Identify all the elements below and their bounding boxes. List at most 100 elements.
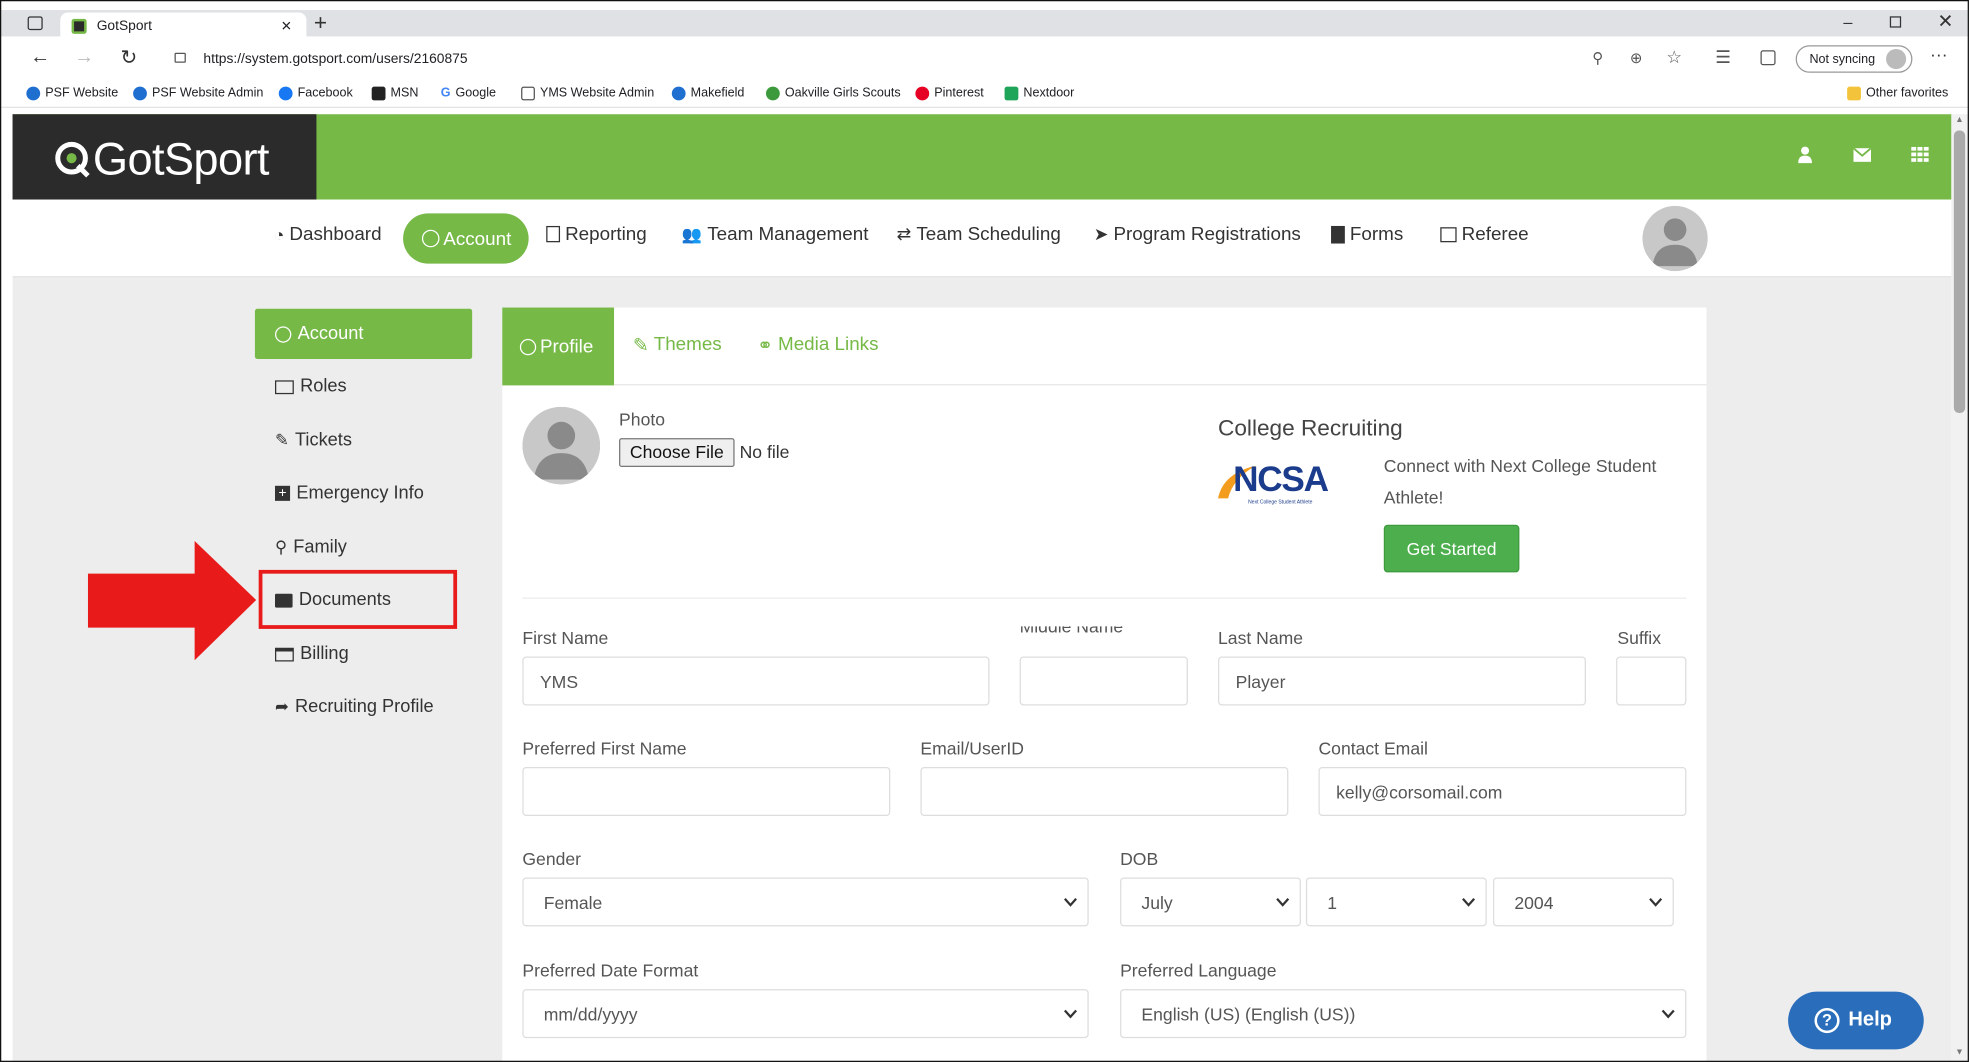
nav-dashboard[interactable]: ◔ Dashboard	[274, 223, 382, 244]
sidebar-item-label: Tickets	[294, 430, 352, 451]
bookmark-google[interactable]: G Google	[441, 87, 496, 101]
sidebar-item-emergency-info[interactable]: + Emergency Info	[255, 468, 472, 518]
sidebar-item-roles[interactable]: Roles	[255, 362, 472, 412]
last-name-field[interactable]: Player	[1218, 656, 1586, 706]
annotation-arrow-icon	[87, 541, 257, 661]
bookmark-pinterest[interactable]: Pinterest	[915, 86, 984, 101]
url-field[interactable]: https://system.gotsport.com/users/216087…	[203, 51, 467, 66]
bookmark-nextdoor[interactable]: Nextdoor	[1004, 86, 1075, 101]
nav-program-registrations[interactable]: ➤ Program Registrations	[1094, 223, 1301, 244]
mail-icon[interactable]	[1853, 148, 1871, 162]
nav-referee[interactable]: Referee	[1440, 223, 1529, 245]
nav-label: Referee	[1461, 223, 1529, 245]
gotsport-logo[interactable]: GotSport	[12, 114, 317, 200]
email-field[interactable]	[920, 766, 1289, 816]
bookmark-label: Nextdoor	[1023, 86, 1075, 101]
help-button[interactable]: ? Help	[1788, 991, 1924, 1050]
more-menu-icon[interactable]: ···	[1930, 44, 1948, 64]
scrollbar-thumb[interactable]	[1953, 130, 1966, 413]
first-name-field[interactable]: YMS	[522, 656, 990, 706]
paw-icon	[133, 86, 147, 101]
middle-name-field[interactable]	[1019, 656, 1188, 706]
sidebar-item-family[interactable]: ⚲ Family	[255, 522, 472, 572]
language-select[interactable]: English (US) (English (US))	[1120, 989, 1687, 1039]
dob-month-select[interactable]: July	[1120, 877, 1301, 927]
sync-button[interactable]: Not syncing	[1795, 45, 1913, 73]
bookmark-facebook[interactable]: Facebook	[278, 86, 353, 101]
profile-panel: Profile ✎ Themes ⚭ Media Links Photo Choos…	[502, 307, 1707, 1062]
scroll-up-icon[interactable]: ▲	[1955, 115, 1964, 124]
sidebar-item-recruiting-profile[interactable]: ➦ Recruiting Profile	[255, 682, 472, 732]
minimize-icon[interactable]: –	[1843, 13, 1852, 32]
gender-select[interactable]: Female	[522, 877, 1089, 927]
bookmark-other-favorites[interactable]: Other favorites	[1847, 86, 1948, 101]
bookmark-yms-website-admin[interactable]: YMS Website Admin	[521, 86, 655, 101]
tab-media-links[interactable]: ⚭ Media Links	[757, 334, 878, 357]
scroll-down-icon[interactable]: ▼	[1955, 1048, 1964, 1057]
dashboard-icon: ◔	[273, 224, 285, 245]
nav-team-scheduling[interactable]: ⇄ Team Scheduling	[897, 223, 1061, 244]
forward-icon[interactable]: →	[74, 46, 94, 69]
dob-year-select[interactable]: 2004	[1493, 877, 1674, 927]
id-card-icon	[274, 379, 294, 394]
back-icon[interactable]: ←	[30, 46, 50, 69]
nav-forms[interactable]: Forms	[1331, 223, 1403, 245]
favicon-icon	[71, 18, 87, 34]
search-page-icon[interactable]: ⚲	[1592, 49, 1603, 67]
chevron-down-icon	[1276, 898, 1290, 907]
tab-label: Media Links	[778, 333, 879, 356]
zoom-icon[interactable]: ⊕	[1630, 49, 1643, 67]
bookmark-oakville-girls-scouts[interactable]: Oakville Girls Scouts	[765, 86, 901, 101]
nav-team-management[interactable]: 👥 Team Management	[682, 223, 869, 244]
dob-label: DOB	[1120, 848, 1159, 869]
page-scrollbar[interactable]: ▲ ▼	[1951, 114, 1969, 1062]
favorites-list-icon[interactable]: ☰	[1715, 46, 1731, 67]
sidebar-item-billing[interactable]: Billing	[255, 629, 472, 679]
bookmark-label: PSF Website	[45, 86, 119, 101]
page-icon	[521, 86, 535, 101]
bookmark-label: PSF Website Admin	[151, 86, 264, 101]
new-tab-icon[interactable]: +	[314, 10, 327, 36]
choose-file-button[interactable]: Choose File	[619, 438, 735, 467]
bookmark-msn[interactable]: MSN	[371, 86, 418, 101]
dob-day-select[interactable]: 1	[1305, 877, 1487, 927]
bookmark-psf-website[interactable]: PSF Website	[26, 86, 119, 101]
credit-card-icon	[274, 647, 294, 661]
suffix-field[interactable]	[1616, 656, 1687, 706]
calendar-icon	[1440, 226, 1457, 242]
bookmark-psf-website-admin[interactable]: PSF Website Admin	[133, 86, 264, 101]
sidebar-item-label: Family	[293, 537, 347, 558]
nav-reporting[interactable]: Reporting	[546, 223, 647, 245]
nav-account[interactable]: Account	[403, 213, 529, 264]
last-name-value: Player	[1235, 670, 1286, 692]
folder-icon	[1847, 86, 1861, 101]
user-icon[interactable]	[1798, 146, 1812, 164]
date-format-select[interactable]: mm/dd/yyyy	[522, 989, 1089, 1039]
collections-icon[interactable]	[1760, 50, 1776, 66]
ncsa-logo[interactable]: NCSA Next College Student Athlete	[1216, 459, 1357, 509]
nav-label: Dashboard	[289, 223, 382, 245]
bookmark-label: YMS Website Admin	[539, 86, 655, 101]
restore-icon[interactable]	[1889, 16, 1902, 28]
no-file-text: No file	[739, 441, 790, 462]
users-icon: 👥	[681, 224, 703, 243]
tab-profile[interactable]: Profile	[502, 307, 615, 386]
close-window-icon[interactable]: ✕	[1938, 10, 1954, 32]
avatar[interactable]	[1642, 205, 1708, 272]
help-label: Help	[1848, 1009, 1892, 1031]
preferred-first-name-field[interactable]	[522, 766, 891, 816]
apps-grid-icon[interactable]	[1911, 146, 1929, 162]
sidebar-item-account[interactable]: Account	[254, 308, 473, 360]
tab-actions-icon[interactable]	[27, 16, 43, 31]
close-icon[interactable]: ×	[281, 15, 291, 35]
favorite-star-icon[interactable]: ☆	[1666, 46, 1682, 67]
contact-email-field[interactable]: kelly@corsomail.com	[1318, 766, 1687, 816]
bookmark-makefield[interactable]: Makefield	[671, 86, 744, 101]
pinterest-icon	[915, 86, 930, 101]
language-value: English (US) (English (US))	[1141, 1003, 1356, 1024]
sidebar-item-tickets[interactable]: ✎ Tickets	[255, 416, 472, 466]
profile-avatar-icon	[1886, 48, 1907, 70]
refresh-icon[interactable]: ↻	[121, 45, 138, 70]
tab-themes[interactable]: ✎ Themes	[633, 334, 722, 357]
get-started-button[interactable]: Get Started	[1383, 524, 1520, 573]
